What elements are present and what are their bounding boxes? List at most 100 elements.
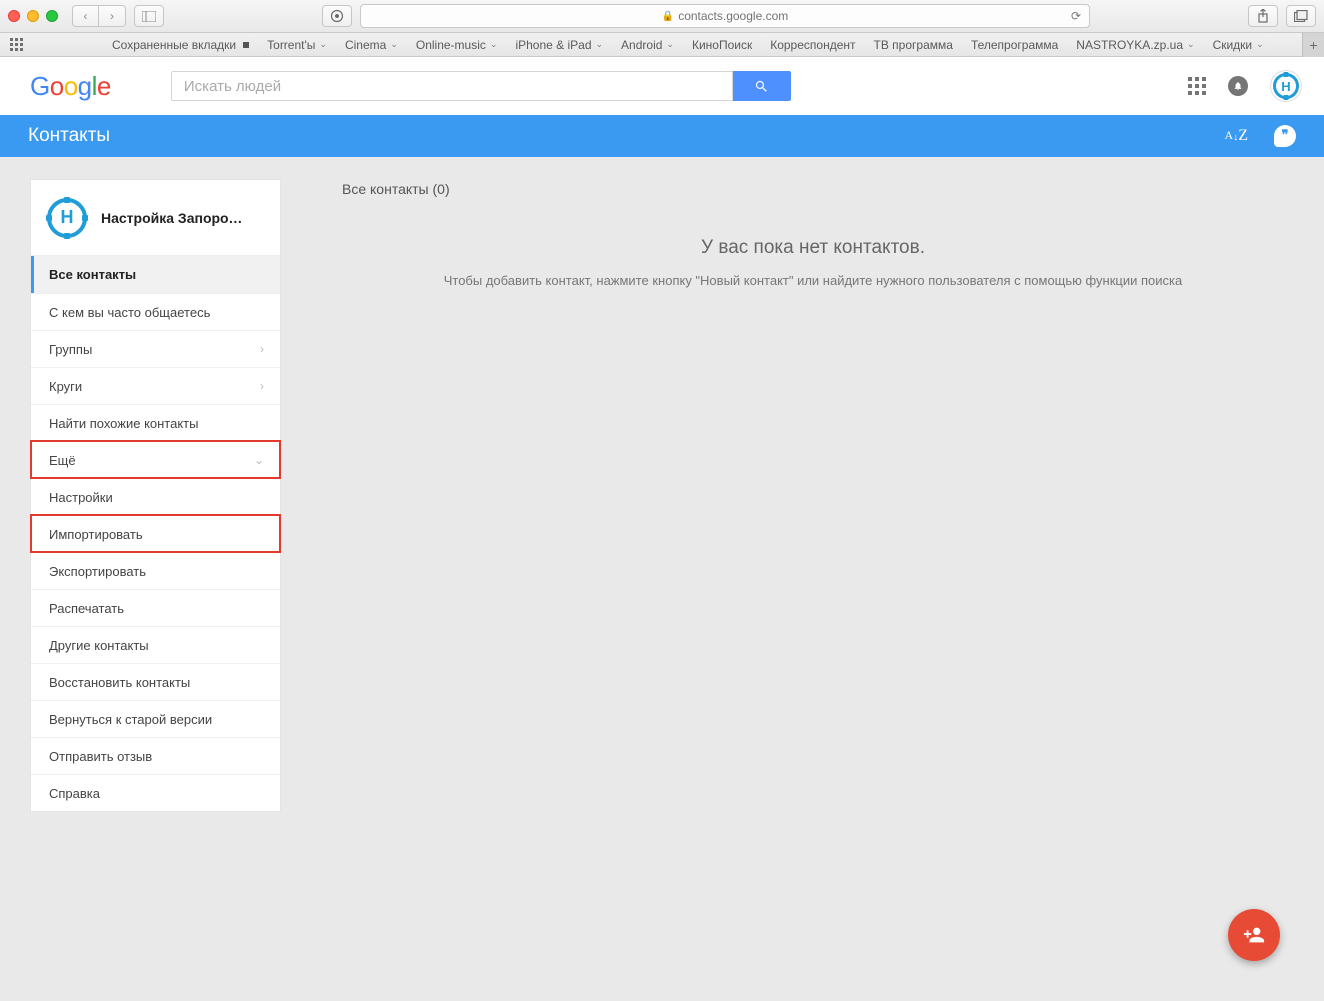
sort-az-icon[interactable]: A↓Z (1225, 127, 1248, 145)
nav-circles[interactable]: Круги › (31, 367, 280, 404)
apps-shortcut[interactable] (10, 38, 24, 52)
nav-help[interactable]: Справка (31, 774, 280, 811)
stop-icon (243, 42, 249, 48)
bookmark-item[interactable]: КиноПоиск (692, 38, 752, 52)
bookmark-label: Android (621, 38, 662, 52)
bookmark-item[interactable]: Torrent'ы⌄ (267, 38, 327, 52)
add-contact-fab[interactable] (1228, 909, 1280, 961)
nav-other-contacts[interactable]: Другие контакты (31, 626, 280, 663)
empty-title: У вас пока нет контактов. (342, 237, 1284, 259)
address-bar[interactable]: 🔒 contacts.google.com ⟳ (360, 4, 1090, 28)
nav-label: Распечатать (49, 601, 124, 616)
chevron-right-icon: › (260, 379, 264, 393)
search-box[interactable] (171, 71, 733, 101)
nav-label: Все контакты (49, 267, 136, 282)
bookmark-item[interactable]: iPhone & iPad ⌄ (515, 38, 603, 52)
bookmark-item[interactable]: Cinema⌄ (345, 38, 398, 52)
bookmark-label: Скидки (1213, 38, 1253, 52)
bookmark-label: iPhone & iPad (515, 38, 591, 52)
nav-label: Вернуться к старой версии (49, 712, 212, 727)
google-apps-icon[interactable] (1188, 77, 1206, 95)
search-button[interactable] (733, 71, 791, 101)
nav-groups[interactable]: Группы› (31, 330, 280, 367)
apps-grid-icon (10, 38, 24, 52)
hangouts-icon[interactable] (1274, 125, 1296, 147)
chevron-down-icon: ⌄ (319, 39, 327, 50)
bookmark-label: Cinema (345, 38, 386, 52)
forward-button[interactable]: › (99, 5, 126, 27)
app-title: Контакты (28, 125, 110, 147)
bookmark-item[interactable]: Телепрограмма (971, 38, 1058, 52)
nav-export[interactable]: Экспортировать (31, 552, 280, 589)
bookmark-saved[interactable]: Сохраненные вкладки (112, 38, 249, 52)
nav-all-contacts[interactable]: Все контакты (31, 256, 280, 293)
bookmark-label: Телепрограмма (971, 38, 1058, 52)
nav-label: Группы (49, 342, 92, 357)
nav-frequent[interactable]: С кем вы часто общаетесь (31, 293, 280, 330)
nav-label: Ещё (49, 453, 76, 468)
share-button[interactable] (1248, 5, 1278, 27)
chevron-down-icon: ⌄ (596, 39, 604, 50)
nav-label: Справка (49, 786, 100, 801)
chevron-down-icon: ⌄ (1256, 39, 1264, 50)
nav-print[interactable]: Распечатать (31, 589, 280, 626)
search-input[interactable] (184, 78, 720, 95)
nav-label: Отправить отзыв (49, 749, 152, 764)
bookmark-item[interactable]: Android⌄ (621, 38, 674, 52)
contacts-heading: Все контакты (0) (342, 181, 1284, 197)
reload-icon[interactable]: ⟳ (1071, 9, 1081, 23)
nav-buttons: ‹ › (72, 5, 126, 27)
bookmarks-bar: Сохраненные вкладки Torrent'ы⌄ Cinema⌄ O… (0, 33, 1324, 57)
account-avatar[interactable]: Н (1270, 70, 1302, 102)
search-icon (754, 79, 769, 94)
nav-restore[interactable]: Восстановить контакты (31, 663, 280, 700)
lock-icon: 🔒 (662, 11, 674, 22)
address-bar-wrap: 🔒 contacts.google.com ⟳ (322, 4, 1090, 28)
maximize-window[interactable] (46, 10, 58, 22)
nav-more[interactable]: Ещё ⌄ (31, 441, 280, 478)
bookmark-label: Сохраненные вкладки (112, 38, 236, 52)
bookmark-item[interactable]: Корреспондент (770, 38, 855, 52)
notifications-icon[interactable] (1228, 76, 1248, 96)
nav-label: Круги (49, 379, 82, 394)
url-text: contacts.google.com (678, 9, 788, 23)
nav-label: Восстановить контакты (49, 675, 190, 690)
back-button[interactable]: ‹ (72, 5, 99, 27)
bookmark-label: ТВ программа (874, 38, 953, 52)
bookmark-label: Online-music (416, 38, 486, 52)
nav-label: Другие контакты (49, 638, 149, 653)
profile-name: Настройка Запорож… (101, 210, 251, 226)
nav-old-version[interactable]: Вернуться к старой версии (31, 700, 280, 737)
bookmark-item[interactable]: Скидки⌄ (1213, 38, 1264, 52)
nav-import[interactable]: Импортировать (31, 515, 280, 552)
app-bar: Контакты A↓Z (0, 115, 1324, 157)
google-logo[interactable]: Google (30, 71, 111, 102)
nav-label: Импортировать (49, 527, 143, 542)
minimize-window[interactable] (27, 10, 39, 22)
nav-label: С кем вы часто общаетесь (49, 305, 210, 320)
app-bar-right: A↓Z (1225, 125, 1296, 147)
bookmark-item[interactable]: ТВ программа (874, 38, 953, 52)
sidebar-toggle[interactable] (134, 5, 164, 27)
nav-find-duplicates[interactable]: Найти похожие контакты (31, 404, 280, 441)
new-tab-button[interactable]: + (1302, 33, 1324, 57)
nav-settings[interactable]: Настройки (31, 478, 280, 515)
tabs-button[interactable] (1286, 5, 1316, 27)
person-add-icon (1243, 924, 1265, 946)
browser-chrome-top: ‹ › 🔒 contacts.google.com ⟳ (0, 0, 1324, 33)
search-wrap (171, 71, 791, 101)
nav-feedback[interactable]: Отправить отзыв (31, 737, 280, 774)
chevron-down-icon: ⌄ (254, 453, 264, 467)
bookmark-item[interactable]: NASTROYKA.zp.ua⌄ (1076, 38, 1194, 52)
empty-subtitle: Чтобы добавить контакт, нажмите кнопку "… (342, 273, 1284, 288)
window-controls (8, 10, 58, 22)
main-content: Все контакты (0) У вас пока нет контакто… (280, 157, 1324, 1001)
profile-card[interactable]: Н Настройка Запорож… (31, 180, 280, 256)
chevron-down-icon: ⌄ (490, 39, 498, 50)
reader-button[interactable] (322, 5, 352, 27)
close-window[interactable] (8, 10, 20, 22)
bookmark-label: Корреспондент (770, 38, 855, 52)
scrollbar[interactable] (1319, 157, 1324, 1001)
nav-label: Найти похожие контакты (49, 416, 198, 431)
bookmark-item[interactable]: Online-music ⌄ (416, 38, 498, 52)
